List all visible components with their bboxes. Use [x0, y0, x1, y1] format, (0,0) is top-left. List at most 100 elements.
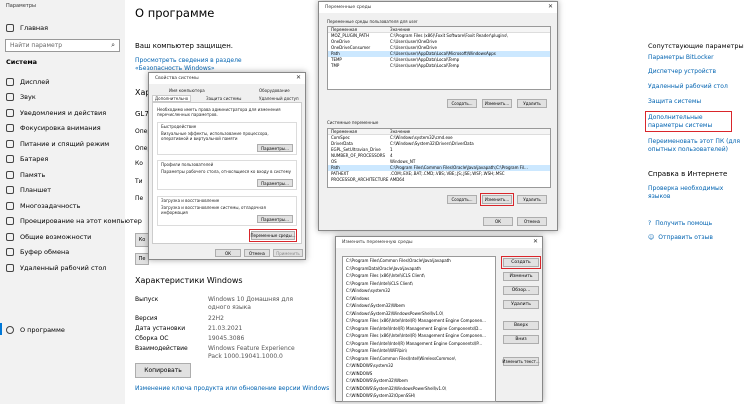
sidebar-home[interactable]: Главная — [6, 24, 48, 32]
sidebar-item[interactable]: Удаленный рабочий стол — [6, 264, 106, 272]
tab-hardware[interactable]: Оборудование — [259, 88, 290, 93]
list-item[interactable]: C:\Windows\System32\Wbem — [343, 302, 495, 310]
list-item[interactable]: C:\Windows — [343, 295, 495, 303]
sidebar-item[interactable]: Уведомления и действия — [6, 109, 106, 117]
edit-text-button[interactable]: Изменить текст... — [502, 357, 540, 366]
sidebar-item-label: Удаленный рабочий стол — [20, 264, 107, 272]
create-path-button[interactable]: Создать — [501, 256, 541, 269]
apply-button[interactable]: Применить — [273, 249, 303, 257]
tab-system-protection[interactable]: Защита системы — [206, 96, 241, 101]
ok-button[interactable]: ОК — [215, 249, 241, 257]
list-item[interactable]: C:\WINDOWS\system32 — [343, 362, 495, 370]
rename-button-partial[interactable]: Пе — [135, 253, 149, 265]
get-help-row[interactable]: ? Получить помощь — [648, 220, 712, 227]
check-languages-link[interactable]: Проверка необходимых языков — [648, 185, 743, 201]
sidebar-item[interactable]: Многозадачность — [6, 202, 80, 210]
user-delete-button[interactable]: Удалить — [517, 99, 547, 108]
project-icon — [6, 217, 14, 225]
sound-icon — [6, 93, 14, 101]
sidebar-item-label: Многозадачность — [20, 202, 81, 210]
list-item[interactable]: C:\WINDOWS\System32\OpenSSH\ — [343, 392, 495, 400]
env-dialog-title: Переменные среды — [325, 5, 372, 10]
advanced-system-settings-link[interactable]: Дополнительные параметры системы — [648, 114, 730, 130]
cancel-button[interactable]: Отмена — [244, 249, 270, 257]
list-item[interactable]: C:\Program Files (x86)\Intel\Intel(R) Ma… — [343, 332, 495, 340]
tab-computer-name[interactable]: Имя компьютера — [169, 88, 205, 93]
tab-remote[interactable]: Удаленный доступ — [259, 96, 299, 101]
page-title: О программе — [135, 6, 215, 20]
path-list[interactable]: C:\Program Files\Common Files\Oracle\Jav… — [342, 256, 496, 402]
list-item[interactable]: C:\Program Files (x86)\Intel\Intel(R) Ma… — [343, 317, 495, 325]
list-item[interactable]: C:\WINDOWS\System32\WindowsPowerShell\v1… — [343, 385, 495, 393]
edit-path-button[interactable]: Изменить — [503, 272, 539, 281]
close-icon[interactable]: ✕ — [296, 74, 301, 81]
sidebar-item[interactable]: Звук — [6, 93, 36, 101]
list-item[interactable]: C:\Windows\System32\WindowsPowerShell\v1… — [343, 310, 495, 318]
sidebar-item[interactable]: Проецирование на этот компьютер — [6, 217, 142, 225]
list-item[interactable]: C:\Program Files\Intel\Intel(R) Manageme… — [343, 325, 495, 333]
table-row[interactable]: PROCESSOR_ARCHITECTURE AMD64 — [328, 177, 550, 183]
list-item[interactable]: C:\WINDOWS\System32\Wbem — [343, 377, 495, 385]
profiles-group: Профили пользователей Параметры рабочего… — [157, 160, 297, 190]
list-item[interactable]: C:\Program Files (x86)\Intel\iCLS Client… — [343, 272, 495, 280]
move-down-button[interactable]: Вниз — [503, 335, 539, 344]
table-row[interactable]: TMP C:\Users\user\AppData\Local\Temp — [328, 63, 550, 69]
search-icon: ⌕ — [111, 41, 115, 49]
sidebar-item[interactable]: Память — [6, 171, 45, 179]
sidebar-item-label: Планшет — [20, 186, 52, 194]
user-create-button[interactable]: Создать... — [447, 99, 477, 108]
list-item[interactable]: C:\Windows\system32 — [343, 287, 495, 295]
sidebar-item[interactable]: Фокусировка внимания — [6, 124, 101, 132]
performance-params-button[interactable]: Параметры... — [257, 144, 293, 152]
list-item[interactable]: C:\Program Files\Intel\Intel(R) Manageme… — [343, 340, 495, 348]
list-item[interactable]: C:\Program Files\Intel\iCLS Client\ — [343, 280, 495, 288]
sidebar-item[interactable]: Планшет — [6, 186, 51, 194]
info-icon — [6, 326, 14, 334]
env-cancel-button[interactable]: Отмена — [517, 217, 547, 226]
move-up-button[interactable]: Вверх — [503, 321, 539, 330]
list-item[interactable]: C:\Program Files\Common Files\Oracle\Jav… — [343, 257, 495, 265]
sidebar-item[interactable]: Буфер обмена — [6, 248, 69, 256]
browse-button[interactable]: Обзор... — [503, 286, 539, 295]
copy-button-partial[interactable]: Ко — [135, 233, 149, 247]
sidebar-item[interactable]: Питание и спящий режим — [6, 140, 109, 148]
sidebar-item-label: Фокусировка внимания — [20, 124, 101, 132]
bitlocker-link[interactable]: Параметры BitLocker — [648, 54, 743, 62]
user-change-button[interactable]: Изменить... — [482, 99, 512, 108]
sidebar-item-label: Питание и спящий режим — [20, 140, 110, 148]
sidebar-item[interactable]: О программе — [6, 326, 65, 334]
system-variables-table[interactable]: Переменная Значение ComSpec C:\Windows\sys… — [327, 128, 551, 188]
spec-value: 22H2 — [208, 315, 224, 322]
close-icon[interactable]: ✕ — [548, 3, 553, 10]
list-item[interactable]: C:\Program Files\Intel\WiFi\bin\ — [343, 347, 495, 355]
close-icon[interactable]: ✕ — [533, 238, 538, 245]
list-item[interactable]: C:\WINDOWS — [343, 370, 495, 378]
change-key-link[interactable]: Изменение ключа продукта или обновление … — [135, 385, 329, 392]
startup-params-button[interactable]: Параметры... — [257, 215, 293, 223]
sidebar-item[interactable]: Дисплей — [6, 78, 50, 86]
user-variables-table[interactable]: Переменная Значение MOZ_PLUGIN_PATH C:\Pro… — [327, 26, 551, 90]
edit-dialog-title: Изменить переменную среды — [342, 240, 413, 245]
copy-button[interactable]: Копировать — [135, 363, 191, 378]
delete-path-button[interactable]: Удалить — [503, 300, 539, 309]
sidebar-item[interactable]: Батарея — [6, 155, 48, 163]
device-manager-link[interactable]: Диспетчер устройств — [648, 68, 743, 76]
sys-create-button[interactable]: Создать... — [447, 195, 477, 204]
system-protection-link[interactable]: Защита системы — [648, 98, 743, 106]
list-item[interactable]: C:\Program Files\Common Files\Intel\Wire… — [343, 355, 495, 363]
sys-delete-button[interactable]: Удалить — [517, 195, 547, 204]
search-input[interactable]: Найти параметр ⌕ — [5, 39, 120, 52]
sys-change-button[interactable]: Изменить... — [480, 193, 514, 206]
env-ok-button[interactable]: ОК — [483, 217, 513, 226]
rename-pc-link[interactable]: Переименовать этот ПК (для опытных польз… — [648, 138, 743, 154]
security-details-link[interactable]: Просмотреть сведения в разделе «Безопасн… — [135, 57, 245, 73]
feedback-row[interactable]: ☺ Отправить отзыв — [648, 234, 713, 241]
pen-label: Пе — [135, 195, 144, 202]
sidebar-item-label: Проецирование на этот компьютер — [20, 217, 142, 225]
remote-desktop-link[interactable]: Удаленный рабочий стол — [648, 83, 743, 91]
tab-advanced[interactable]: Дополнительно — [152, 95, 192, 102]
sidebar-item[interactable]: Общие возможности — [6, 233, 91, 241]
environment-variables-button[interactable]: Переменные среды... — [249, 229, 297, 242]
profiles-params-button[interactable]: Параметры... — [257, 179, 293, 187]
list-item[interactable]: C:\ProgramData\Oracle\Java\javapath — [343, 265, 495, 273]
